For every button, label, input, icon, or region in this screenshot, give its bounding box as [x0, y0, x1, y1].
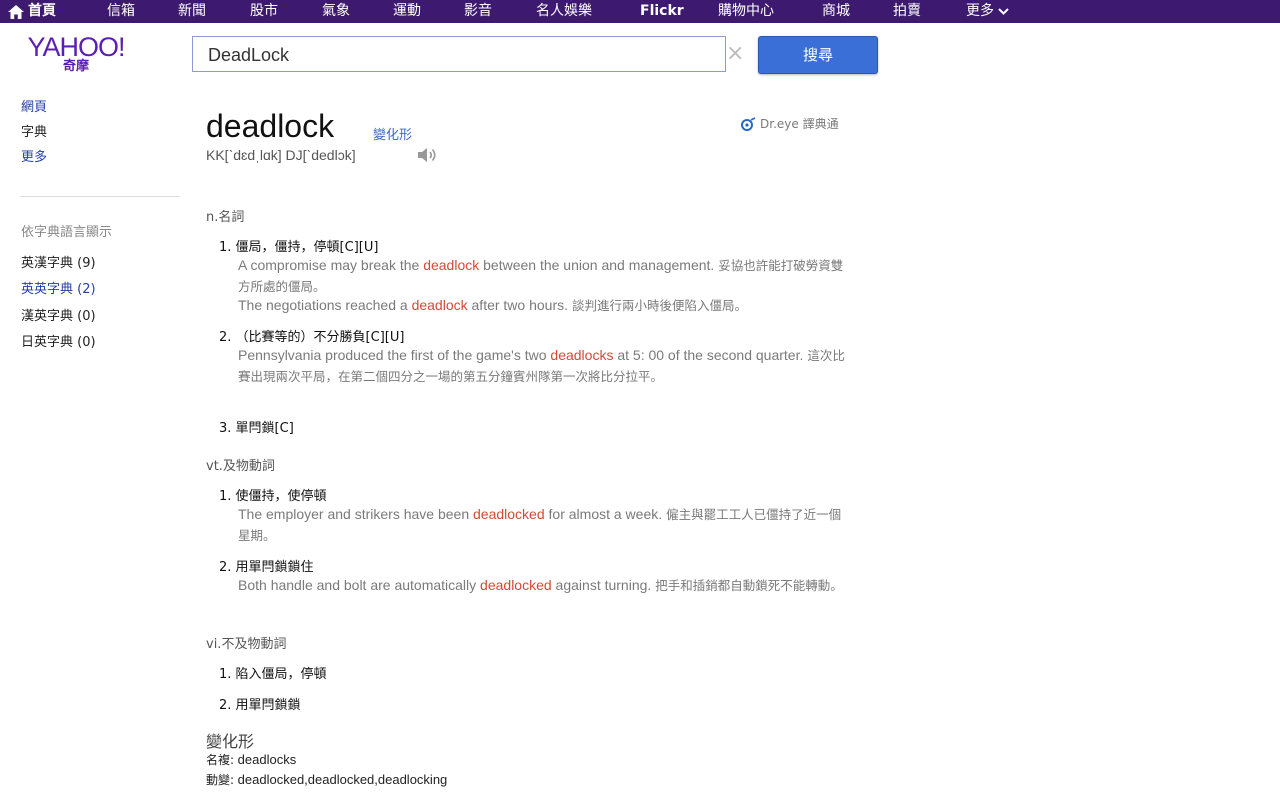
logo-yahoo-text: YAHOO! [27, 32, 125, 62]
highlight-term: deadlock [423, 257, 480, 273]
forms-title: 變化形 [206, 732, 255, 751]
nav-flickr[interactable]: Flickr [640, 0, 684, 23]
speaker-icon[interactable] [417, 146, 439, 164]
sense-noun-2: 2. （比賽等的）不分勝負[C][U] [219, 326, 404, 345]
sidebar-heading: 依字典語言顯示 [21, 225, 113, 240]
sense-definition: （比賽等的）不分勝負[C][U] [235, 330, 405, 345]
nav-news[interactable]: 新聞 [178, 0, 206, 23]
pos-noun: n.名詞 [206, 210, 245, 225]
sense-definition: 使僵持，使停頓 [235, 489, 327, 504]
home-icon [8, 4, 24, 19]
sidebar-item-more[interactable]: 更多 [21, 146, 47, 165]
nav-mail[interactable]: 信箱 [107, 0, 135, 23]
sidebar-dict-en-zh[interactable]: 英漢字典 (9) [21, 252, 96, 271]
sense-number: 1. [219, 240, 232, 255]
sense-noun-1: 1. 僵局，僵持，停頓[C][U] [219, 236, 378, 255]
sense-definition: 僵局，僵持，停頓[C][U] [235, 240, 379, 255]
sense-noun-3: 3. 單閂鎖[C] [219, 417, 294, 436]
logo-cn-text: 奇摩 [62, 59, 89, 74]
sense-vt-1: 1. 使僵持，使停頓 [219, 485, 327, 504]
chevron-down-icon [998, 8, 1009, 15]
highlight-term: deadlocks [550, 347, 614, 363]
sidebar-item-web[interactable]: 網頁 [21, 96, 47, 115]
sidebar-dict-ja-en[interactable]: 日英字典 (0) [21, 331, 96, 350]
nav-shopping[interactable]: 購物中心 [718, 0, 774, 23]
forms-plural-value: deadlocks [237, 752, 297, 767]
search-box [192, 36, 726, 72]
sense-definition: 用單閂鎖鎖住 [235, 560, 314, 575]
top-nav: 首頁 信箱 新聞 股市 氣象 運動 影音 名人娛樂 Flickr 購物中心 商城… [0, 0, 1280, 23]
forms-verb-label: 動變: [206, 773, 235, 787]
forms-plural-label: 名複: [206, 753, 235, 767]
example-noun-2a: Pennsylvania produced the first of the g… [238, 347, 845, 384]
nav-mall[interactable]: 商城 [822, 0, 850, 23]
sidebar-item-dictionary[interactable]: 字典 [21, 121, 47, 140]
pos-intransitive-verb: vi.不及物動詞 [206, 637, 287, 652]
pos-transitive-verb: vt.及物動詞 [206, 459, 275, 474]
nav-more[interactable]: 更多 [966, 0, 1009, 23]
nav-sports[interactable]: 運動 [393, 0, 421, 23]
dreye-logo-icon [741, 116, 756, 131]
nav-more-label: 更多 [966, 3, 994, 19]
sense-number: 2. [219, 560, 232, 575]
nav-celebrity[interactable]: 名人娛樂 [536, 0, 592, 23]
sense-number: 3. [219, 421, 232, 436]
clear-icon[interactable]: × [726, 41, 744, 67]
sense-number: 2. [219, 698, 232, 713]
sidebar-dict-zh-en[interactable]: 漢英字典 (0) [21, 305, 96, 324]
example-noun-1b: The negotiations reached a deadlock afte… [238, 297, 747, 313]
example-vt-1a: The employer and strikers have been dead… [238, 506, 842, 543]
search-button[interactable]: 搜尋 [758, 36, 878, 74]
dreye-label: Dr.eye 譯典通 [760, 117, 839, 131]
sense-vt-2: 2. 用單閂鎖鎖住 [219, 556, 314, 575]
nav-home[interactable]: 首頁 [8, 0, 56, 23]
sense-number: 1. [219, 667, 232, 682]
forms-plural: 名複: deadlocks [206, 751, 296, 768]
nav-video[interactable]: 影音 [464, 0, 492, 23]
sense-definition: 用單閂鎖鎖 [235, 698, 301, 713]
yahoo-logo[interactable]: YAHOO! 奇摩 [20, 34, 132, 74]
sidebar-dict-en-en[interactable]: 英英字典 (2) [21, 278, 96, 297]
entry-word: deadlock [206, 108, 335, 144]
dreye-source[interactable]: Dr.eye 譯典通 [740, 115, 839, 132]
sense-vi-1: 1. 陷入僵局，停頓 [219, 663, 327, 682]
sense-definition: 陷入僵局，停頓 [235, 667, 327, 682]
sense-number: 1. [219, 489, 232, 504]
highlight-term: deadlocked [480, 577, 552, 593]
search-input[interactable] [206, 44, 690, 67]
example-noun-1a: A compromise may break the deadlock betw… [238, 257, 844, 294]
nav-auction[interactable]: 拍賣 [893, 0, 921, 23]
sidebar-divider [20, 196, 180, 197]
sense-vi-2: 2. 用單閂鎖鎖 [219, 694, 301, 713]
nav-weather[interactable]: 氣象 [322, 0, 350, 23]
forms-verb: 動變: deadlocked,deadlocked,deadlocking [206, 771, 447, 788]
phonetic: KK[ˋdɛdˌlɑk] DJ[ˋdedlɔk] [206, 147, 356, 163]
sense-number: 2. [219, 330, 232, 345]
forms-verb-value: deadlocked,deadlocked,deadlocking [237, 772, 448, 787]
example-vt-2a: Both handle and bolt are automatically d… [238, 577, 843, 593]
nav-home-label: 首頁 [28, 3, 56, 19]
variant-forms-link[interactable]: 變化形 [373, 124, 412, 143]
highlight-term: deadlock [411, 297, 468, 313]
sense-definition: 單閂鎖[C] [235, 421, 294, 436]
highlight-term: deadlocked [473, 506, 545, 522]
nav-stocks[interactable]: 股市 [250, 0, 278, 23]
